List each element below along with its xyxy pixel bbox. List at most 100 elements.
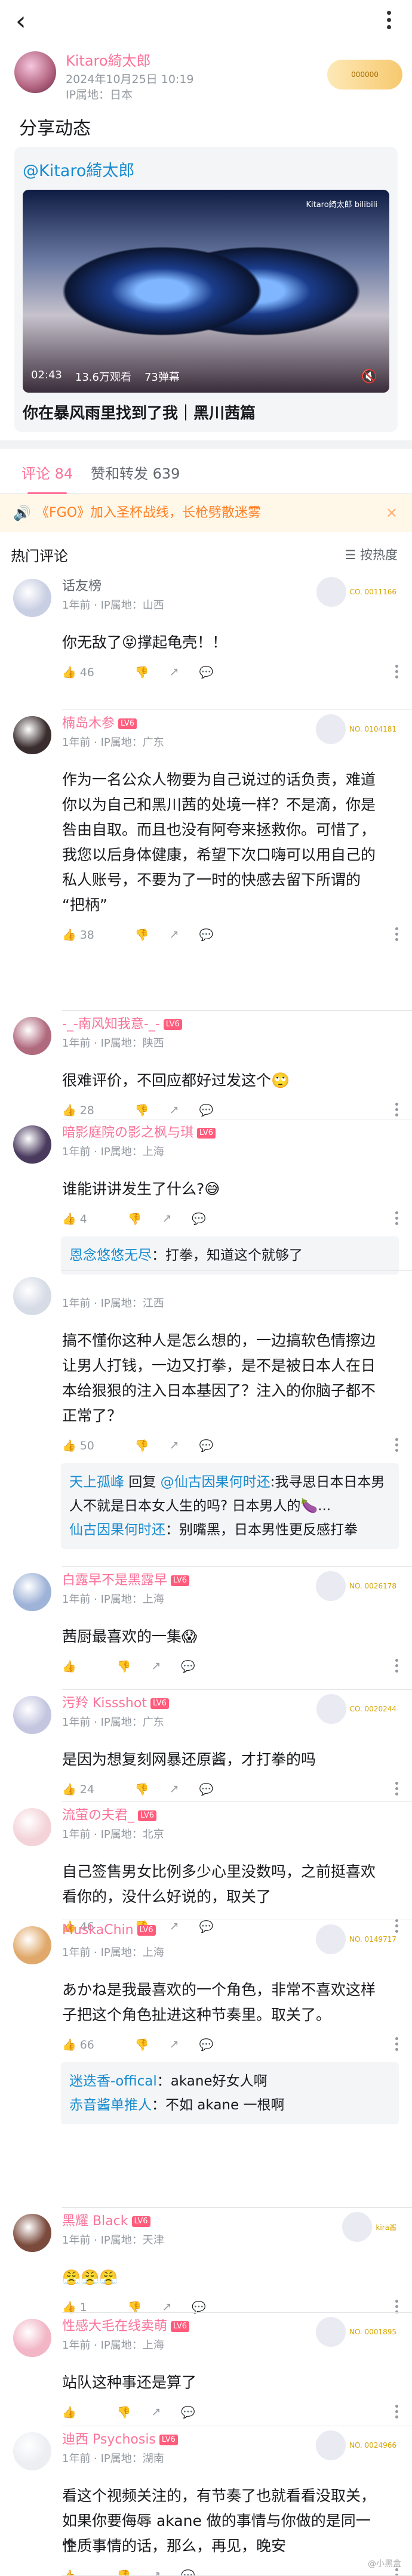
reply-thread[interactable]: 迷迭香-offical：akane好女人啊 赤音酱单推人：不如 akane 一根啊 [61, 2062, 399, 2124]
dislike-icon[interactable]: 👎 [135, 1439, 149, 1452]
reply-icon[interactable]: 💬 [199, 1439, 213, 1452]
like-button[interactable]: 👍 66 [62, 2038, 115, 2051]
commenter-avatar[interactable] [13, 1017, 51, 1055]
share-icon[interactable]: ↗ [151, 2405, 161, 2418]
commenter-avatar[interactable] [13, 2214, 51, 2252]
commenter-avatar[interactable] [13, 2432, 51, 2470]
reply-icon[interactable]: 💬 [199, 928, 213, 942]
commenter-name[interactable]: -_-南风知我意-_- LV6 [62, 1013, 182, 1032]
author-name[interactable]: Kitaro綺太郎 [66, 49, 151, 70]
commenter-avatar[interactable] [13, 1573, 51, 1611]
thread-user[interactable]: 赤音酱单推人 [69, 2097, 152, 2113]
like-button[interactable]: 👍 46 [62, 665, 115, 679]
back-arrow-icon[interactable]: ‹ [16, 8, 26, 35]
dislike-icon[interactable]: 👎 [117, 1659, 131, 1673]
notice-bar[interactable]: 🔊 《FGO》加入圣杯战线，长枪劈散迷雾 ✕ [0, 494, 412, 532]
share-icon[interactable]: ↗ [170, 1782, 179, 1796]
like-button[interactable]: 👍 [62, 2405, 97, 2419]
reply-icon[interactable]: 💬 [199, 665, 213, 679]
comment-more-icon[interactable] [395, 1438, 399, 1454]
shared-video-card[interactable]: @Kitaro綺太郎 Kitaro綺太郎 bilibili 02:43 13.6… [14, 147, 398, 432]
fan-medal[interactable]: kira酱 [313, 2208, 396, 2246]
commenter-avatar[interactable] [13, 1277, 51, 1315]
comment-more-icon[interactable] [395, 665, 399, 681]
commenter-avatar[interactable] [13, 716, 51, 754]
commenter-avatar[interactable] [13, 1808, 51, 1846]
like-button[interactable]: 👍 50 [62, 1439, 115, 1452]
tab-comments[interactable]: 评论 84 [21, 462, 73, 495]
dislike-icon[interactable]: 👎 [117, 2405, 131, 2419]
share-icon[interactable]: ↗ [170, 1439, 179, 1452]
reply-icon[interactable]: 💬 [181, 2405, 195, 2419]
share-icon[interactable]: ↗ [170, 2038, 179, 2051]
commenter-avatar[interactable] [13, 1696, 51, 1734]
thread-user[interactable]: 仙古因果何时还 [69, 1522, 165, 1538]
reply-icon[interactable]: 💬 [199, 1782, 213, 1796]
author-avatar[interactable] [14, 51, 56, 93]
share-icon[interactable]: ↗ [162, 1212, 171, 1225]
more-menu-icon[interactable] [387, 11, 392, 31]
like-button[interactable]: 👍 28 [62, 1103, 115, 1117]
reply-thread[interactable]: 天上孤峰 回复 @仙古因果何时还:我寻思日本日本男人不就是日本女人生的吗? 日本… [61, 1463, 399, 1549]
commenter-name[interactable]: 白露早不是黑露早 LV6 [62, 1569, 189, 1588]
commenter-avatar[interactable] [13, 2319, 51, 2357]
shared-author[interactable]: @Kitaro綺太郎 [23, 158, 134, 181]
like-button[interactable]: 👍 24 [62, 1782, 115, 1796]
commenter-avatar[interactable] [13, 579, 51, 617]
dislike-icon[interactable]: 👎 [135, 1782, 149, 1796]
commenter-name[interactable]: 迪西 Psychosis LV6 [62, 2429, 178, 2448]
reply-icon[interactable]: 💬 [199, 1103, 213, 1117]
dislike-icon[interactable]: 👎 [135, 928, 149, 942]
like-button[interactable]: 👍 4 [62, 1212, 107, 1226]
dislike-icon[interactable]: 👎 [128, 1212, 142, 1226]
video-title[interactable]: 你在暴风雨里找到了我｜黑川茜篇 [23, 401, 256, 423]
like-button[interactable]: 👍 [62, 1659, 97, 1673]
fan-medal[interactable]: NO. 0149717 [313, 1920, 396, 1958]
commenter-avatar[interactable] [13, 1125, 51, 1164]
comment-more-icon[interactable] [395, 1103, 399, 1119]
fan-medal[interactable]: NO. 0026178 [313, 1567, 396, 1605]
thread-user[interactable]: 天上孤峰 [69, 1474, 124, 1490]
comment-more-icon[interactable] [395, 2037, 399, 2053]
thread-user[interactable]: 迷迭香-offical [69, 2074, 157, 2089]
comment-more-icon[interactable] [395, 927, 399, 943]
fan-medal[interactable]: CO. 0020244 [313, 1690, 396, 1728]
comment-more-icon[interactable] [395, 1211, 399, 1227]
reply-icon[interactable]: 💬 [199, 2038, 213, 2051]
reply-user[interactable]: 恩念悠悠无尽 [69, 1248, 152, 1263]
dislike-icon[interactable]: 👎 [135, 1103, 149, 1117]
commenter-name[interactable]: 暗影庭院の影之枫与琪 LV6 [62, 1122, 216, 1141]
comment-more-icon[interactable] [395, 1659, 399, 1675]
commenter-name[interactable]: 流萤の夫君_ LV6 [62, 1804, 156, 1824]
comment-more-icon[interactable] [395, 1782, 399, 1798]
share-icon[interactable]: ↗ [162, 2300, 171, 2313]
thread-mention[interactable]: @仙古因果何时还 [161, 1474, 270, 1490]
sort-button[interactable]: ☰ 按热度 [345, 545, 398, 563]
commenter-name[interactable]: MuskaChin LV6 [62, 1923, 156, 1938]
close-icon[interactable]: ✕ [386, 494, 398, 532]
share-icon[interactable]: ↗ [170, 928, 179, 941]
commenter-name[interactable]: 污羚 Kissshot LV6 [62, 1692, 169, 1711]
mute-icon[interactable]: 🔇 [361, 369, 377, 384]
dislike-icon[interactable]: 👎 [135, 2038, 149, 2051]
fan-medal[interactable]: NO. 0104181 [313, 710, 396, 748]
fan-medal[interactable]: CO. 0011166 [313, 573, 396, 611]
tab-likes-reposts[interactable]: 赞和转发 639 [91, 462, 180, 483]
comment-more-icon[interactable] [395, 2405, 399, 2421]
fan-badge[interactable]: 000000 [327, 60, 402, 90]
commenter-name[interactable]: 楠岛木参 LV6 [62, 712, 137, 732]
fan-medal[interactable]: NO. 0024966 [313, 2426, 396, 2464]
like-button[interactable]: 👍 38 [62, 928, 115, 942]
commenter-avatar[interactable] [13, 1926, 51, 1964]
commenter-name[interactable]: 性感大毛在线卖萌 LV6 [62, 2315, 189, 2334]
commenter-name[interactable]: 话友榜 [62, 575, 102, 594]
reply-icon[interactable]: 💬 [192, 1212, 206, 1226]
fan-medal[interactable]: NO. 0001895 [313, 2313, 396, 2351]
reply-icon[interactable]: 💬 [181, 1659, 195, 1673]
share-icon[interactable]: ↗ [170, 1103, 179, 1116]
video-thumbnail[interactable]: Kitaro綺太郎 bilibili 02:43 13.6万观看 73弹幕 🔇 [23, 190, 389, 393]
dislike-icon[interactable]: 👎 [135, 665, 149, 679]
commenter-name[interactable]: 黑耀 Black LV6 [62, 2210, 150, 2229]
reply-box[interactable]: 恩念悠悠无尽：打拳，知道这个就够了 [61, 1236, 399, 1275]
share-icon[interactable]: ↗ [170, 665, 179, 678]
